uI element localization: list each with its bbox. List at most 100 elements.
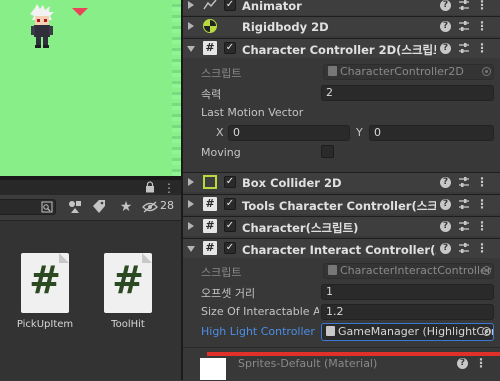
moving-checkbox[interactable] (321, 145, 334, 158)
moving-label: Moving (201, 146, 241, 159)
last-motion-vector-label: Last Motion Vector (201, 106, 304, 119)
project-search-input[interactable] (0, 199, 56, 215)
offset-distance-label: 오프셋 거리 (201, 287, 256, 300)
fold-arrow-icon[interactable] (187, 246, 195, 252)
filter-by-label-icon[interactable] (90, 198, 108, 216)
component-menu-icon[interactable]: ⋮ (475, 241, 489, 255)
component-header-character[interactable]: # ✓ Character(스크립트) ? ⋮ (183, 216, 500, 236)
speed-field[interactable]: 2 (321, 85, 494, 101)
component-header-tools-character-controller[interactable]: # ✓ Tools Character Controller(스크립트) ? ⋮ (183, 194, 500, 214)
search-by-type-icon[interactable] (41, 201, 53, 213)
highlight-controller-field[interactable]: GameManager (HighlightController) (321, 323, 494, 341)
highlight-controller-label: High Light Controller (201, 325, 315, 338)
player-sprite[interactable] (26, 4, 58, 48)
component-menu-icon[interactable]: ⋮ (475, 197, 489, 211)
scene-view[interactable] (0, 0, 181, 176)
component-menu-icon[interactable]: ⋮ (475, 41, 489, 55)
presets-icon[interactable] (457, 197, 471, 211)
component-menu-icon[interactable]: ⋮ (475, 219, 489, 233)
script-icon: # (203, 241, 217, 255)
script-file-icon (328, 66, 337, 76)
component-title: Rigidbody 2D (242, 20, 329, 34)
interactable-area-size-field[interactable]: 1.2 (321, 304, 494, 320)
x-label: X (216, 126, 224, 139)
fold-arrow-icon[interactable] (187, 46, 195, 52)
component-header-animator[interactable]: ✓ Animator ? ⋮ (183, 0, 500, 15)
component-menu-icon[interactable]: ⋮ (475, 175, 489, 189)
help-icon[interactable]: ? (440, 221, 451, 232)
drag-insertion-indicator (207, 352, 500, 356)
help-icon[interactable]: ? (440, 43, 451, 54)
help-icon[interactable]: ? (440, 177, 451, 188)
component-title: Box Collider 2D (242, 176, 342, 190)
component-header-character-interact-controller[interactable]: # ✓ Character Interact Controller(스크립트) … (183, 238, 500, 258)
component-title: Animator (242, 0, 302, 13)
material-preview-swatch (200, 358, 226, 380)
fold-arrow-icon[interactable] (188, 1, 194, 9)
help-icon[interactable]: ? (440, 0, 451, 11)
enabled-checkbox[interactable]: ✓ (224, 220, 236, 232)
hidden-packages-icon[interactable] (142, 198, 158, 216)
object-picker-icon[interactable] (482, 67, 491, 76)
component-title: Character(스크립트) (242, 221, 359, 235)
help-icon[interactable]: ? (440, 243, 451, 254)
script-label: 스크립트 (201, 266, 242, 279)
presets-icon[interactable] (457, 219, 471, 233)
offset-distance-field[interactable]: 1 (321, 284, 494, 300)
component-title: Character Interact Controller(스크립트) (242, 243, 436, 257)
csharp-script-icon: # (21, 253, 69, 313)
speed-label: 속력 (201, 88, 222, 101)
script-icon: # (203, 41, 217, 55)
rigidbody-icon (203, 19, 217, 33)
asset-item[interactable]: # ToolHit (88, 253, 168, 330)
asset-item[interactable]: # PickUpItem (5, 253, 85, 330)
component-header-character-controller-2d[interactable]: # ✓ Character Controller 2D(스크립트) ? ⋮ (183, 38, 500, 58)
presets-icon[interactable] (457, 41, 471, 55)
enabled-checkbox[interactable]: ✓ (224, 42, 236, 54)
presets-icon[interactable] (457, 0, 471, 12)
material-name: Sprites-Default (Material) (238, 357, 378, 370)
x-field[interactable]: 0 (228, 125, 350, 141)
presets-icon[interactable] (457, 241, 471, 255)
enabled-checkbox[interactable]: ✓ (224, 176, 236, 188)
material-help-icon[interactable]: ? (457, 358, 468, 369)
fold-arrow-icon[interactable] (188, 222, 194, 230)
presets-icon[interactable] (457, 175, 471, 189)
enabled-checkbox[interactable]: ✓ (224, 198, 236, 210)
lock-icon[interactable] (145, 181, 155, 193)
enabled-checkbox[interactable]: ✓ (224, 242, 236, 254)
script-field[interactable]: CharacterInteractController (323, 263, 494, 279)
fold-arrow-icon[interactable] (188, 178, 194, 186)
y-label: Y (356, 126, 363, 139)
csharp-script-icon: # (104, 253, 152, 313)
game-object-icon (326, 326, 335, 336)
inspector-panel: ✓ Animator ? ⋮ Rigidbody 2D ? ⋮ # ✓ Char… (183, 0, 500, 380)
script-field[interactable]: CharacterController2D (323, 64, 494, 80)
asset-name: ToolHit (111, 319, 145, 330)
fold-arrow-icon[interactable] (188, 22, 194, 30)
material-menu-icon[interactable]: ⋮ (475, 356, 487, 370)
object-picker-icon[interactable] (482, 327, 491, 336)
enabled-checkbox[interactable]: ✓ (224, 0, 236, 11)
filter-by-type-icon[interactable] (66, 198, 84, 216)
animator-icon (203, 0, 217, 10)
box-collider-icon (203, 175, 217, 189)
interactable-area-size-label: Size Of Interactable Area (201, 305, 319, 318)
component-menu-icon[interactable]: ⋮ (475, 0, 489, 12)
panel-menu-icon[interactable]: ⋮ (163, 181, 175, 195)
script-label: 스크립트 (201, 67, 242, 80)
component-menu-icon[interactable]: ⋮ (475, 19, 489, 33)
help-icon[interactable]: ? (440, 21, 451, 32)
component-title: Tools Character Controller(스크립트) (242, 199, 436, 213)
favorite-star-icon[interactable]: ★ (117, 198, 135, 216)
object-picker-icon[interactable] (482, 266, 491, 275)
y-field[interactable]: 0 (369, 125, 494, 141)
component-header-box-collider-2d[interactable]: ✓ Box Collider 2D ? ⋮ (183, 172, 500, 192)
script-icon: # (203, 197, 217, 211)
component-header-rigidbody2d[interactable]: Rigidbody 2D ? ⋮ (183, 16, 500, 36)
help-icon[interactable]: ? (440, 199, 451, 210)
fold-arrow-icon[interactable] (188, 200, 194, 208)
script-icon: # (203, 219, 217, 233)
asset-name: PickUpItem (16, 319, 74, 330)
presets-icon[interactable] (457, 19, 471, 33)
